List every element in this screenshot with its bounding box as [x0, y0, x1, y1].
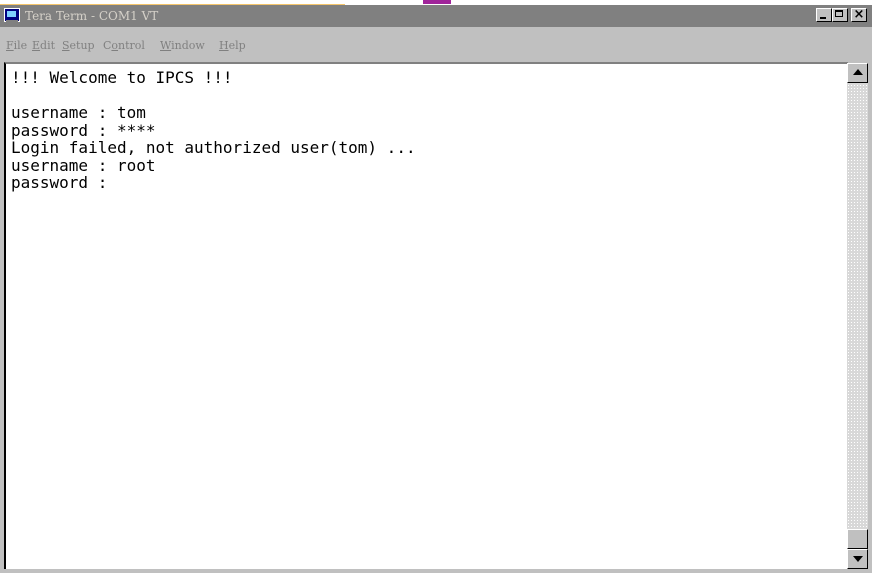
minimize-button[interactable]: [816, 8, 832, 22]
menu-control[interactable]: Control: [103, 39, 145, 52]
tera-term-app-icon[interactable]: [4, 8, 20, 22]
menu-help[interactable]: Help: [219, 39, 246, 52]
terminal-output: !!! Welcome to IPCS !!! username : tom p…: [11, 69, 416, 192]
close-button[interactable]: ×: [851, 7, 867, 22]
scrollbar-thumb[interactable]: [847, 529, 868, 549]
menu-setup[interactable]: Setup: [62, 39, 95, 52]
menu-file[interactable]: File: [6, 39, 27, 52]
maximize-button[interactable]: [832, 8, 848, 22]
menu-window[interactable]: Window: [160, 39, 205, 52]
background-window-accent: [423, 0, 451, 4]
terminal-line: !!! Welcome to IPCS !!!: [11, 68, 233, 87]
close-icon: ×: [853, 7, 865, 22]
terminal-line: password : ****: [11, 120, 156, 140]
terminal-line: username : root: [11, 155, 156, 175]
vertical-scrollbar[interactable]: [847, 63, 868, 569]
menu-bar: File Edit Setup Control Window Help: [0, 36, 872, 58]
terminal-line: Login failed, not authorized user(tom) .…: [11, 138, 416, 157]
scroll-up-arrow-icon[interactable]: [847, 63, 868, 83]
scroll-down-arrow-icon[interactable]: [847, 549, 868, 569]
terminal-line: username : tom: [11, 103, 146, 122]
terminal-line: password :: [11, 173, 108, 192]
window-title: Tera Term - COM1 VT: [25, 9, 159, 23]
terminal-screen[interactable]: !!! Welcome to IPCS !!! username : tom p…: [4, 62, 848, 569]
menu-edit[interactable]: Edit: [32, 39, 55, 52]
title-bar[interactable]: Tera Term - COM1 VT ×: [0, 5, 872, 27]
